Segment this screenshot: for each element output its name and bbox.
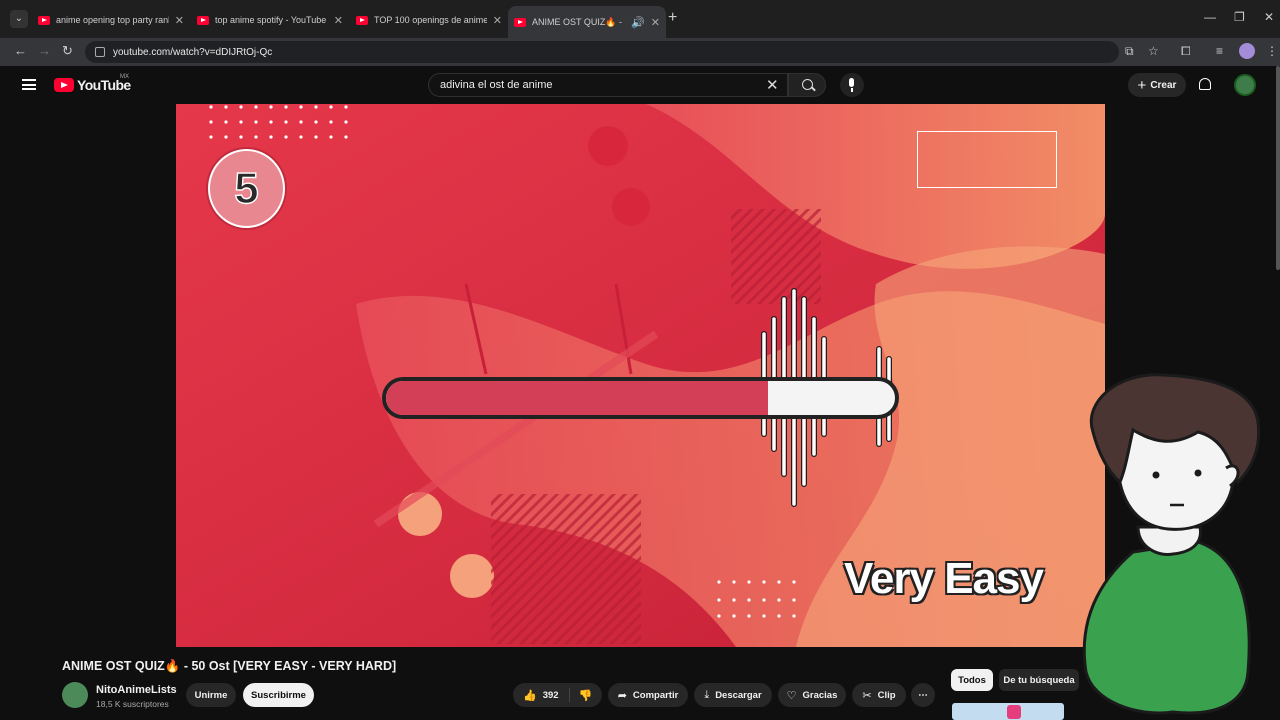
page-scrollbar[interactable] [1276,66,1280,270]
speaker-icon[interactable]: 🔊 [631,16,645,29]
tab-close-icon[interactable]: ✕ [175,14,184,27]
share-label: Compartir [632,689,679,701]
subscriber-count: 18,5 K suscriptores [96,699,169,709]
install-app-icon[interactable]: ⧉ [1125,44,1134,59]
browser-profile-avatar[interactable] [1239,43,1255,59]
channel-avatar[interactable] [62,682,88,708]
clip-label: Clip [877,689,896,701]
streamer-character-overlay [1082,373,1261,715]
decorative-frame [917,131,1057,188]
search-button[interactable] [788,73,826,97]
like-divider [569,688,570,702]
like-count[interactable]: 392 [543,690,559,701]
thanks-button[interactable]: ♡ Gracias [778,683,846,707]
video-title: ANIME OST QUIZ🔥 - 50 Ost [VERY EASY - VE… [62,659,397,673]
more-actions-button[interactable]: ⋯ [911,683,935,707]
search-query-text: adivina el ost de anime [440,79,553,91]
extensions-icon[interactable]: ⧠ [1181,44,1191,59]
youtube-favicon-icon [197,15,209,25]
tab-title: top anime spotify - YouTube [215,15,327,25]
clip-button[interactable]: ✂ Clip [852,683,906,707]
country-code: MX [120,74,129,80]
clear-search-icon[interactable]: ✕ [766,76,779,94]
media-control-icon[interactable]: ≡ [1216,44,1223,58]
quiz-progress-fill [386,381,768,415]
browser-tab[interactable]: TOP 100 openings de anime m ✕ [350,9,508,31]
thanks-heart-icon: ♡ [786,689,797,702]
dislike-thumb-icon[interactable]: 👎 [579,689,593,702]
browser-tab-strip: ⌄ anime opening top party rank ✕ top ani… [0,0,1280,38]
download-icon: ⤓ [704,688,710,701]
video-player[interactable]: 5 Very Easy [176,104,1105,647]
tab-close-icon[interactable]: ✕ [651,16,660,29]
reload-icon[interactable]: ↻ [62,43,73,59]
address-bar[interactable]: youtube.com/watch?v=dDIJRtOj-Qc [85,41,1119,63]
tab-title: TOP 100 openings de anime m [374,15,487,25]
account-avatar[interactable] [1234,74,1256,96]
share-button[interactable]: ➦ Compartir [608,683,688,707]
browser-tab[interactable]: anime opening top party rank ✕ [32,9,190,31]
browser-tab[interactable]: top anime spotify - YouTube ✕ [191,9,349,31]
voice-search-mic-icon[interactable] [840,73,864,97]
tab-title: anime opening top party rank [56,15,169,25]
join-button[interactable]: Unirme [186,683,236,707]
minimize-icon[interactable]: — [1204,10,1216,24]
create-label: Crear [1150,79,1177,91]
share-arrow-icon: ➦ [617,689,627,702]
tab-close-icon[interactable]: ✕ [493,14,502,27]
recommended-video-thumbnail[interactable] [952,703,1064,720]
close-window-icon[interactable]: ✕ [1264,10,1274,24]
browser-toolbar: ← → ↻ youtube.com/watch?v=dDIJRtOj-Qc ⧉ … [0,38,1280,66]
bookmark-star-icon[interactable]: ☆ [1148,44,1159,58]
youtube-logo[interactable]: YouTube MX [54,74,131,93]
like-thumb-icon[interactable]: 👍 [523,689,537,702]
url-text: youtube.com/watch?v=dDIJRtOj-Qc [113,46,273,58]
like-dislike-group: 👍 392 👎 [513,683,602,707]
channel-name[interactable]: NitoAnimeLists [96,684,177,696]
forward-icon[interactable]: → [38,43,51,58]
plus-icon: + [1137,76,1147,94]
filter-chip-from-search[interactable]: De tu búsqueda [999,669,1079,691]
filter-chip-all[interactable]: Todos [951,669,993,691]
search-input[interactable]: adivina el ost de anime [428,73,788,97]
notifications-bell-icon[interactable] [1199,78,1211,90]
browser-menu-icon[interactable]: ⋮ [1266,44,1278,58]
countdown-timer-badge: 5 [208,149,285,228]
create-button[interactable]: + Crear [1128,73,1186,97]
download-label: Descargar [715,689,762,701]
back-icon[interactable]: ← [14,43,27,58]
download-button[interactable]: ⤓ Descargar [694,683,772,707]
tab-title: ANIME OST QUIZ🔥 - 50 O [532,16,625,27]
site-info-icon[interactable] [95,47,105,57]
browser-tab-active[interactable]: ANIME OST QUIZ🔥 - 50 O 🔊 ✕ [508,6,666,38]
tab-search-button[interactable]: ⌄ [10,10,28,28]
clip-scissors-icon: ✂ [862,689,872,702]
youtube-favicon-icon [356,15,368,25]
restore-icon[interactable]: ❐ [1234,10,1245,24]
new-tab-button[interactable]: + [668,9,677,27]
quiz-progress-bar [382,377,899,419]
thanks-label: Gracias [802,689,838,701]
subscribe-button[interactable]: Suscribirme [243,683,314,707]
youtube-play-icon [54,78,74,92]
difficulty-label: Very Easy [844,554,1044,603]
tab-close-icon[interactable]: ✕ [334,14,343,27]
youtube-favicon-icon [514,17,526,27]
guide-menu-icon[interactable] [22,79,36,90]
youtube-favicon-icon [38,15,50,25]
